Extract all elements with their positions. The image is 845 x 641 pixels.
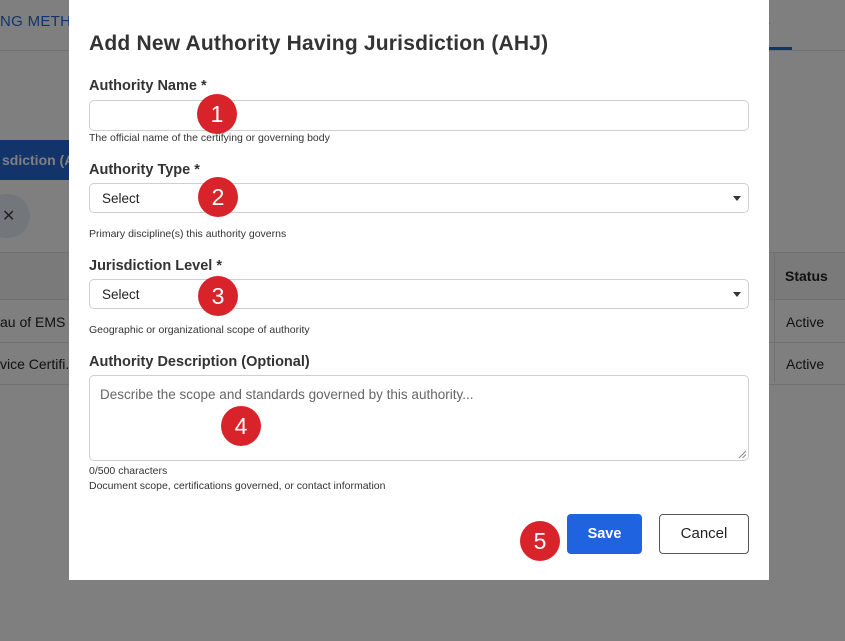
step-marker-4: 4: [221, 406, 261, 446]
step-marker-2: 2: [198, 177, 238, 217]
authority-type-value: Select: [102, 191, 140, 206]
description-label: Authority Description (Optional): [89, 354, 310, 370]
jurisdiction-level-label: Jurisdiction Level *: [89, 258, 222, 274]
step-marker-3: 3: [198, 276, 238, 316]
authority-name-help: The official name of the certifying or g…: [89, 132, 330, 144]
step-marker-5: 5: [520, 521, 560, 561]
cancel-button[interactable]: Cancel: [659, 514, 749, 554]
description-help: Document scope, certifications governed,…: [89, 480, 386, 492]
jurisdiction-level-value: Select: [102, 287, 140, 302]
authority-type-label: Authority Type *: [89, 162, 200, 178]
save-button[interactable]: Save: [567, 514, 642, 554]
authority-type-help: Primary discipline(s) this authority gov…: [89, 228, 287, 240]
character-counter: 0/500 characters: [89, 465, 168, 477]
add-ahj-modal: Add New Authority Having Jurisdiction (A…: [69, 0, 769, 580]
authority-type-select[interactable]: Select: [89, 183, 749, 213]
description-placeholder: Describe the scope and standards governe…: [100, 387, 474, 402]
caret-down-icon: [733, 292, 741, 297]
authority-name-input[interactable]: [89, 100, 749, 131]
step-marker-1: 1: [197, 94, 237, 134]
authority-name-label: Authority Name *: [89, 78, 207, 94]
caret-down-icon: [733, 196, 741, 201]
description-textarea[interactable]: Describe the scope and standards governe…: [89, 375, 749, 461]
jurisdiction-level-help: Geographic or organizational scope of au…: [89, 324, 310, 336]
modal-title: Add New Authority Having Jurisdiction (A…: [89, 32, 549, 55]
jurisdiction-level-select[interactable]: Select: [89, 279, 749, 309]
resize-handle-icon[interactable]: [738, 450, 746, 458]
